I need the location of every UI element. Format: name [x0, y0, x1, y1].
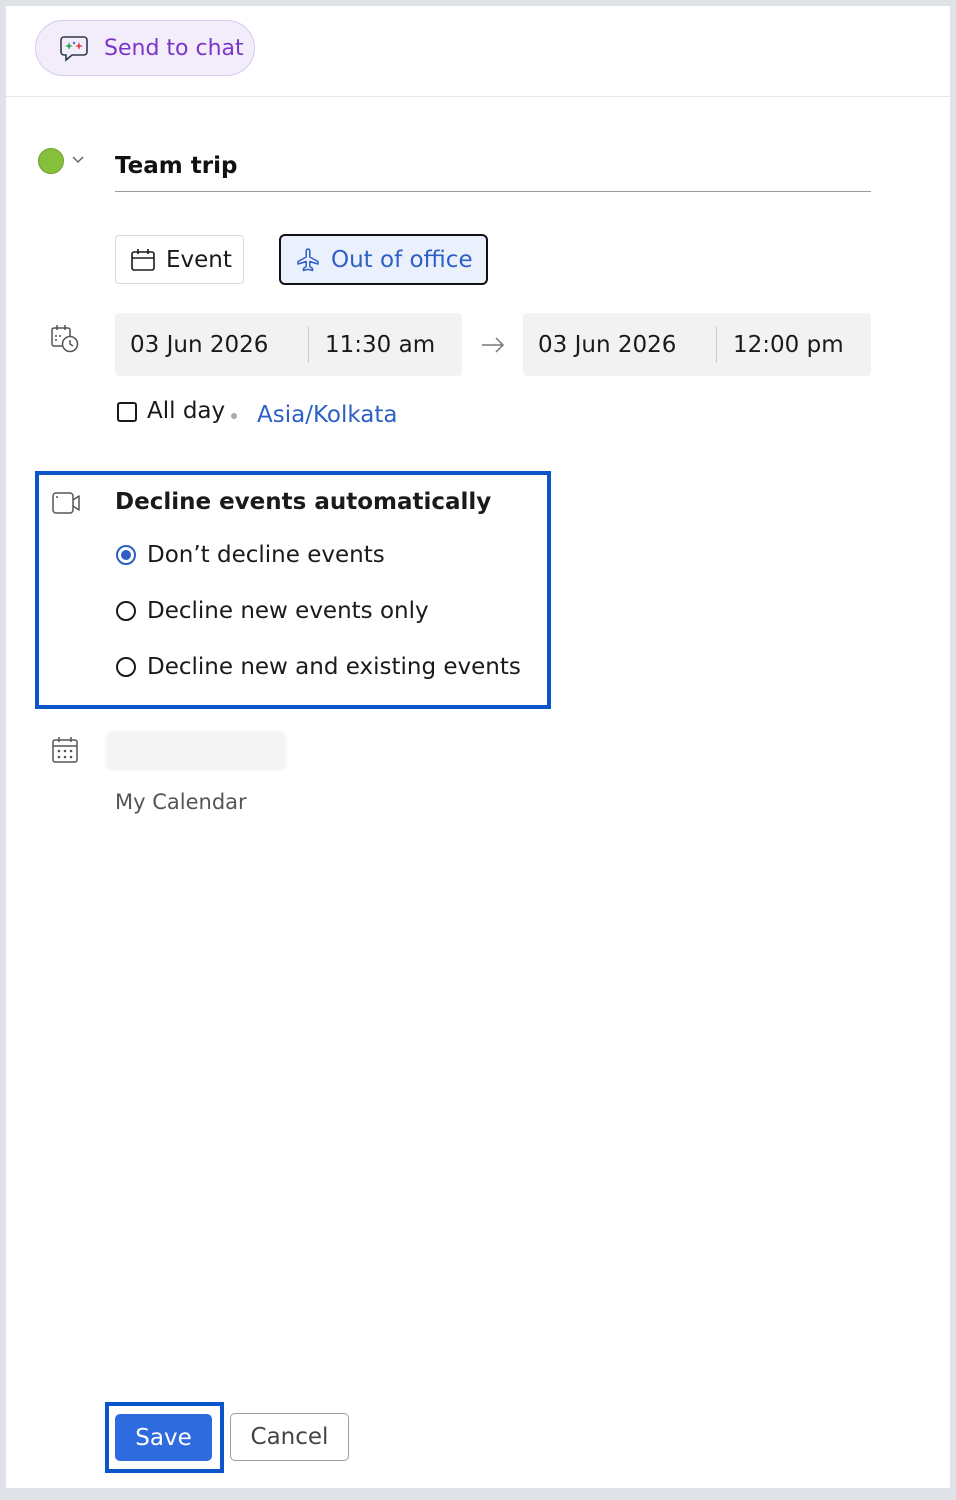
radio-label: Don’t decline events [147, 542, 385, 568]
all-day-label[interactable]: All day [147, 398, 225, 424]
radio-decline-new-only[interactable]: Decline new events only [116, 598, 429, 624]
chevron-down-icon[interactable] [70, 154, 86, 166]
chat-sparkle-icon [58, 32, 90, 64]
end-datetime-field: 03 Jun 2026 12:00 pm [523, 313, 871, 376]
send-to-chat-label: Send to chat [104, 35, 244, 61]
top-bar: Send to chat [6, 6, 950, 97]
end-date-picker[interactable]: 03 Jun 2026 [523, 332, 716, 358]
radio-button[interactable] [116, 657, 136, 677]
calendar-icon [130, 247, 156, 273]
end-time-picker[interactable]: 12:00 pm [717, 332, 844, 358]
save-button[interactable]: Save [115, 1414, 212, 1461]
calendar-name: My Calendar [115, 790, 247, 814]
airplane-icon [295, 247, 321, 273]
video-camera-icon [52, 492, 80, 514]
send-to-chat-button[interactable]: Send to chat [35, 20, 255, 76]
radio-button[interactable] [116, 545, 136, 565]
event-type-label: Event [166, 246, 232, 273]
start-datetime-field: 03 Jun 2026 11:30 am [115, 313, 462, 376]
event-color-picker[interactable] [38, 148, 64, 174]
calendar-grid-icon [52, 737, 78, 763]
decline-section-title: Decline events automatically [115, 489, 492, 515]
event-title-input[interactable] [115, 141, 871, 192]
separator-dot [231, 413, 237, 419]
radio-decline-new-and-existing[interactable]: Decline new and existing events [116, 654, 521, 680]
radio-dont-decline[interactable]: Don’t decline events [116, 542, 385, 568]
start-date-picker[interactable]: 03 Jun 2026 [115, 332, 308, 358]
all-day-checkbox[interactable] [117, 402, 137, 422]
calendar-owner-redacted [106, 731, 286, 771]
radio-label: Decline new and existing events [147, 654, 521, 680]
start-time-picker[interactable]: 11:30 am [309, 332, 435, 358]
event-editor-panel: Send to chat Event Out of office [6, 6, 950, 1488]
radio-label: Decline new events only [147, 598, 429, 624]
out-of-office-type-button[interactable]: Out of office [279, 234, 488, 285]
calendar-clock-icon [51, 325, 79, 353]
arrow-right-icon [482, 337, 505, 353]
event-type-button[interactable]: Event [115, 235, 244, 284]
cancel-button[interactable]: Cancel [230, 1413, 349, 1461]
out-of-office-label: Out of office [331, 246, 473, 273]
radio-button[interactable] [116, 601, 136, 621]
timezone-link[interactable]: Asia/Kolkata [257, 402, 397, 428]
